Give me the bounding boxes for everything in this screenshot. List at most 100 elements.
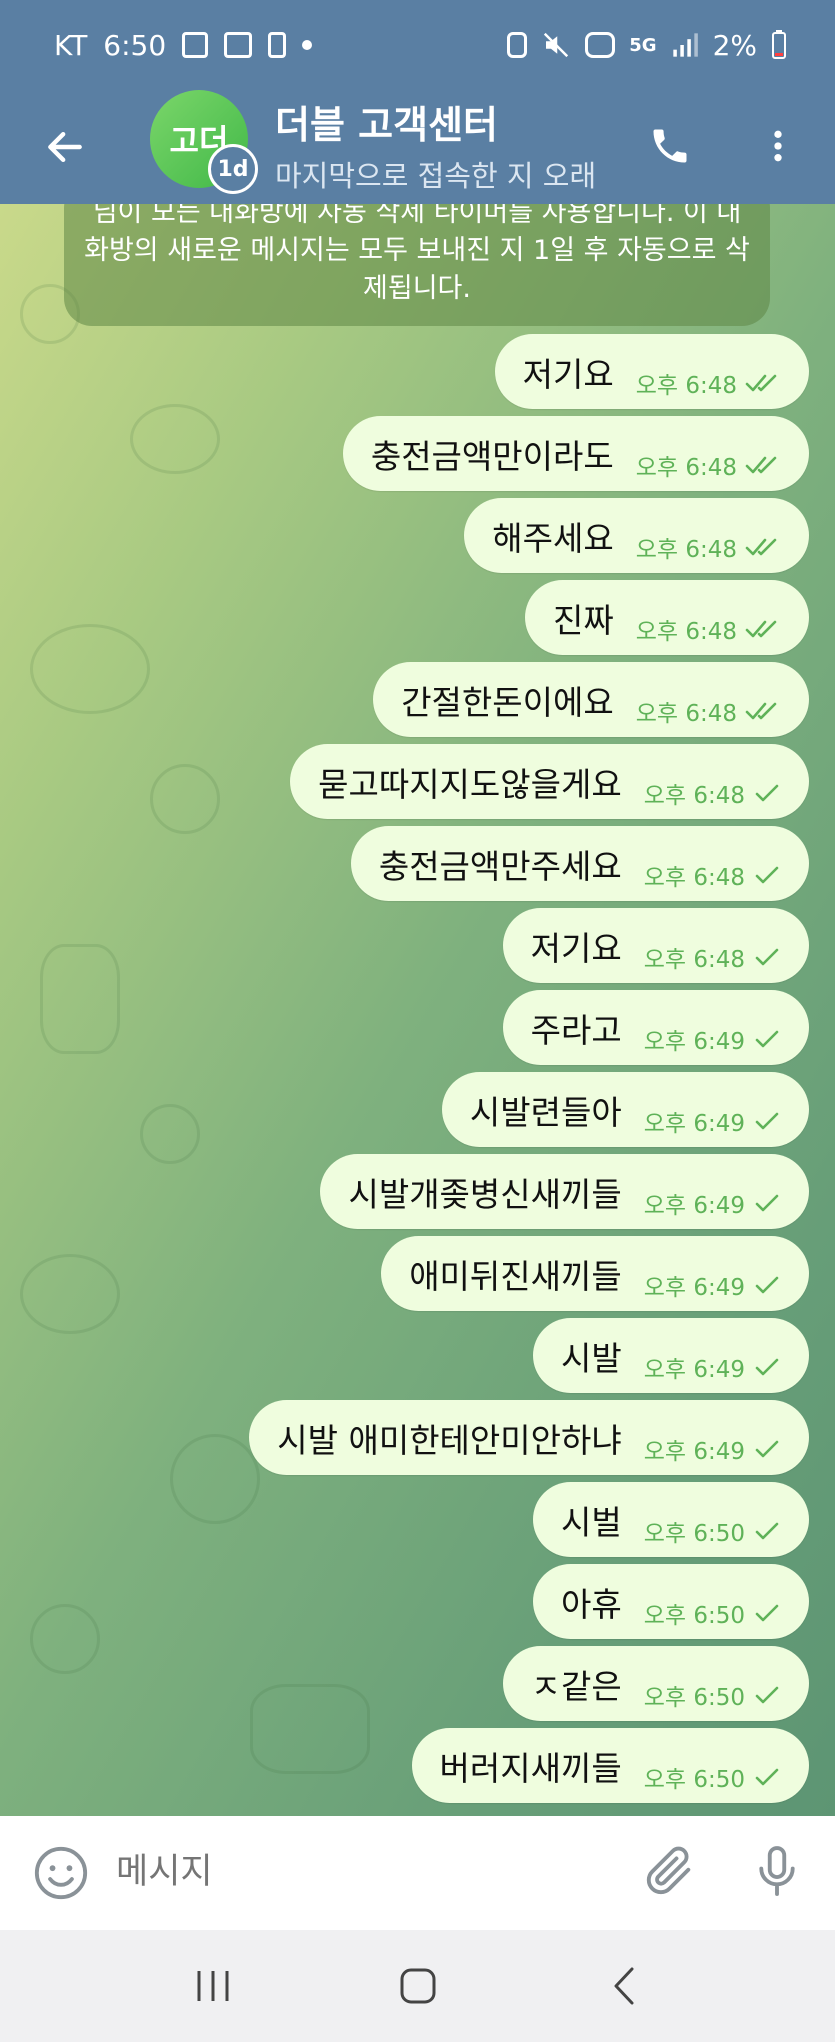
outgoing-message-bubble[interactable]: 묻고따지지도않을게요 오후 6:48 — [290, 744, 809, 819]
outgoing-message-bubble[interactable]: 시발 오후 6:49 — [532, 1318, 809, 1393]
message-list: 저기요 오후 6:48 충전금액만이라도 오후 6:48 해주세요 오후 6:48 진짜 오후… — [0, 330, 835, 1806]
outgoing-message-bubble[interactable]: 버러지새끼들 오후 6:50 — [411, 1728, 809, 1803]
message-meta: 오후 6:49 — [644, 1104, 783, 1138]
message-time: 오후 6:49 — [643, 1274, 745, 1301]
delivery-status — [745, 618, 783, 640]
chat-header: 고더 1d 더블 고객센터 마지막으로 접속한 지 오래 — [0, 90, 835, 204]
delivery-status — [753, 946, 783, 968]
message-time: 오후 6:48 — [643, 946, 745, 973]
message-time: 오후 6:49 — [643, 1192, 745, 1219]
message-meta: 오후 6:48 — [636, 530, 783, 564]
message-row: 충전금액만주세요 오후 6:48 — [0, 822, 835, 904]
message-meta: 오후 6:48 — [636, 366, 783, 400]
outgoing-message-bubble[interactable]: 시발련들아 오후 6:49 — [441, 1072, 809, 1147]
outgoing-message-bubble[interactable]: 저기요 오후 6:48 — [502, 908, 809, 983]
emoji-button[interactable] — [32, 1844, 90, 1902]
message-meta: 오후 6:49 — [644, 1350, 783, 1384]
message-time: 오후 6:50 — [643, 1766, 745, 1793]
voice-record-button[interactable] — [748, 1840, 808, 1904]
delivery-status — [753, 1274, 783, 1296]
message-row: 저기요 오후 6:48 — [0, 330, 835, 412]
more-menu-button[interactable] — [748, 116, 808, 176]
message-input[interactable] — [116, 1842, 616, 1902]
single-check-icon — [755, 948, 779, 965]
message-meta: 오후 6:50 — [644, 1760, 783, 1794]
message-text: 아휴 — [560, 1584, 622, 1624]
delivery-status — [753, 864, 783, 886]
outgoing-message-bubble[interactable]: 시발개좆병신새끼들 오후 6:49 — [320, 1154, 809, 1229]
system-back-button[interactable] — [583, 1946, 663, 2026]
hd-icon — [585, 32, 616, 58]
outgoing-message-bubble[interactable]: 충전금액만주세요 오후 6:48 — [350, 826, 809, 901]
message-meta: 오후 6:49 — [644, 1268, 783, 1302]
delivery-status — [745, 372, 783, 394]
message-meta: 오후 6:49 — [644, 1022, 783, 1056]
auto-delete-service-message: 님이 모든 대화방에 자동 삭제 타이머를 사용합니다. 이 대화방의 새로운 … — [64, 204, 770, 326]
call-button[interactable] — [640, 116, 700, 176]
home-icon — [400, 1968, 435, 2004]
phone-icon — [653, 129, 687, 163]
network-type: 5G — [629, 34, 657, 56]
microphone-icon — [759, 1846, 795, 1896]
timer-badge-label: 1d — [217, 156, 249, 182]
signal-icon — [672, 33, 698, 57]
message-row: 시벌 오후 6:50 — [0, 1478, 835, 1560]
message-row: 애미뒤진새끼들 오후 6:49 — [0, 1232, 835, 1314]
message-text: 버러지새끼들 — [439, 1748, 622, 1788]
outgoing-message-bubble[interactable]: 시발 애미한테안미안하냐 오후 6:49 — [249, 1400, 809, 1475]
message-meta: 오후 6:49 — [644, 1186, 783, 1220]
gallery-notification-icon — [182, 32, 209, 58]
message-meta: 오후 6:48 — [636, 694, 783, 728]
message-meta: 오후 6:48 — [636, 612, 783, 646]
outgoing-message-bubble[interactable]: 저기요 오후 6:48 — [494, 334, 809, 409]
single-check-icon — [755, 1686, 779, 1703]
message-row: 시발련들아 오후 6:49 — [0, 1068, 835, 1150]
message-composer — [0, 1816, 835, 1930]
delivery-status — [753, 1356, 783, 1378]
delivery-status — [753, 1110, 783, 1132]
message-time: 오후 6:48 — [635, 372, 737, 399]
recent-apps-button[interactable] — [173, 1946, 253, 2026]
outgoing-message-bubble[interactable]: 시벌 오후 6:50 — [532, 1482, 809, 1557]
message-text: 진짜 — [552, 600, 614, 640]
status-bar: KT 6:50 5G 2% — [0, 0, 835, 90]
double-check-icon — [745, 374, 777, 391]
message-time: 오후 6:48 — [643, 864, 745, 891]
message-time: 오후 6:48 — [635, 536, 737, 563]
message-time: 오후 6:49 — [643, 1438, 745, 1465]
chat-title-block[interactable]: 더블 고객센터 마지막으로 접속한 지 오래 — [275, 94, 615, 195]
outgoing-message-bubble[interactable]: 해주세요 오후 6:48 — [464, 498, 809, 573]
attach-button[interactable] — [640, 1842, 700, 1902]
message-row: ㅈ같은 오후 6:50 — [0, 1642, 835, 1724]
delivery-status — [753, 1520, 783, 1542]
outgoing-message-bubble[interactable]: 애미뒤진새끼들 오후 6:49 — [381, 1236, 809, 1311]
message-text: 시벌 — [560, 1502, 622, 1542]
battery-alert-icon — [268, 32, 287, 58]
message-text: 묻고따지지도않을게요 — [318, 764, 622, 804]
outgoing-message-bubble[interactable]: 아휴 오후 6:50 — [532, 1564, 809, 1639]
message-text: 시발 애미한테안미안하냐 — [277, 1420, 622, 1460]
outgoing-message-bubble[interactable]: 진짜 오후 6:48 — [524, 580, 809, 655]
outgoing-message-bubble[interactable]: 충전금액만이라도 오후 6:48 — [342, 416, 809, 491]
single-check-icon — [755, 1276, 779, 1293]
outgoing-message-bubble[interactable]: 주라고 오후 6:49 — [502, 990, 809, 1065]
single-check-icon — [755, 1358, 779, 1375]
home-button[interactable] — [378, 1946, 458, 2026]
outgoing-message-bubble[interactable]: ㅈ같은 오후 6:50 — [502, 1646, 809, 1721]
clock: 6:50 — [103, 28, 167, 62]
single-check-icon — [755, 1030, 779, 1047]
chat-title: 더블 고객센터 — [275, 103, 498, 147]
delivery-status — [745, 536, 783, 558]
more-vertical-icon — [774, 130, 782, 162]
chat-messages-area[interactable]: 님이 모든 대화방에 자동 삭제 타이머를 사용합니다. 이 대화방의 새로운 … — [0, 204, 835, 1816]
outgoing-message-bubble[interactable]: 간절한돈이에요 오후 6:48 — [373, 662, 809, 737]
back-button[interactable] — [0, 90, 130, 204]
message-meta: 오후 6:48 — [644, 940, 783, 974]
message-row: 시발개좆병신새끼들 오후 6:49 — [0, 1150, 835, 1232]
message-time: 오후 6:49 — [643, 1110, 745, 1137]
single-check-icon — [755, 1604, 779, 1621]
message-time: 오후 6:48 — [643, 782, 745, 809]
message-meta: 오후 6:50 — [644, 1514, 783, 1548]
auto-delete-timer-badge: 1d — [208, 144, 258, 194]
single-check-icon — [755, 784, 779, 801]
